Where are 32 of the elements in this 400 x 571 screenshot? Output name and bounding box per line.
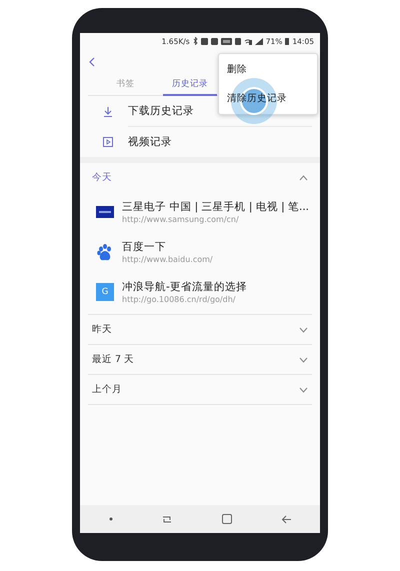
shortcut-item[interactable]: 下载历史记录 — [128, 104, 194, 118]
page-title[interactable]: 百度一下 — [122, 240, 213, 254]
shortcut-item[interactable]: 视频记录 — [128, 135, 172, 149]
wifi-icon — [244, 38, 252, 44]
page-title[interactable]: 三星电子 中国 | 三星手机 | 电视 | 笔... — [122, 200, 309, 214]
section-header[interactable]: 今天 — [92, 171, 112, 184]
home-icon[interactable] — [222, 514, 232, 524]
section-header[interactable]: 最近 7 天 — [92, 353, 134, 366]
section-header[interactable]: 昨天 — [92, 323, 112, 336]
section-header[interactable]: 上个月 — [92, 383, 122, 396]
back-icon[interactable] — [281, 514, 292, 524]
page-url: http://www.baidu.com/ — [122, 255, 213, 264]
site-letter-icon: G — [96, 283, 114, 301]
recent-apps-icon[interactable] — [162, 514, 172, 524]
page-url: http://www.samsung.com/cn/ — [122, 215, 240, 224]
back-icon[interactable] — [89, 56, 95, 66]
chevron-up-icon[interactable] — [299, 174, 308, 180]
signal-icon — [254, 38, 263, 44]
chevron-down-icon[interactable] — [299, 356, 308, 362]
menu-item[interactable]: 删除 — [219, 55, 255, 84]
paw-icon — [96, 243, 114, 261]
battery-icon — [285, 38, 290, 44]
video-icon — [103, 137, 113, 147]
site-logo-icon — [96, 206, 114, 218]
hd-badge-icon — [220, 38, 232, 44]
chevron-down-icon[interactable] — [299, 326, 308, 332]
dot-icon[interactable] — [108, 517, 113, 521]
chevron-down-icon[interactable] — [299, 386, 308, 392]
page-url: http://go.10086.cn/rd/go/dh/ — [122, 295, 236, 304]
bluetooth-icon — [192, 37, 198, 45]
download-icon — [103, 106, 113, 116]
page-title[interactable]: 冲浪导航-更省流量的选择 — [122, 280, 247, 294]
